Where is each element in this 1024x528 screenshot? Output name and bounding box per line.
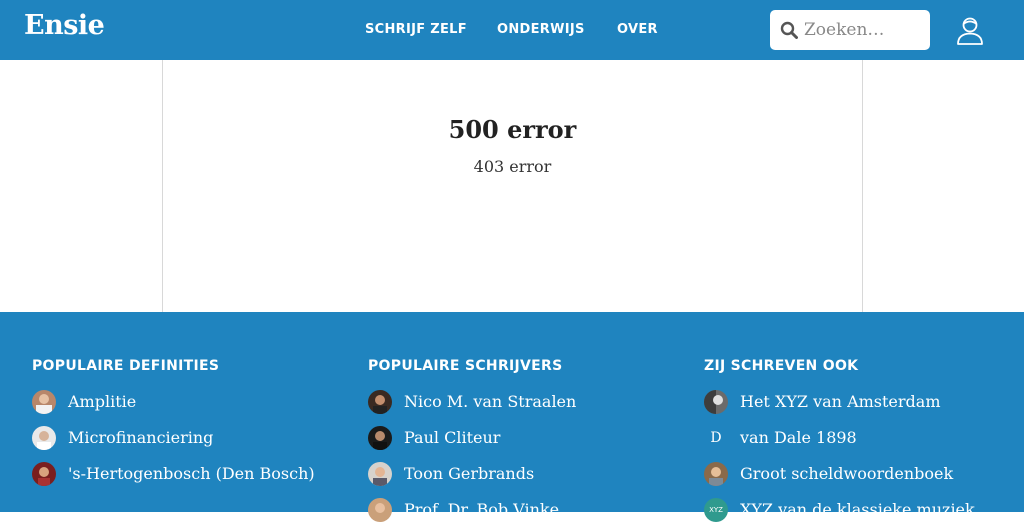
site-header: Ensie SCHRIJF ZELF ONDERWIJS OVER [0, 0, 1024, 60]
avatar [368, 498, 392, 522]
avatar [32, 462, 56, 486]
site-footer: POPULAIRE DEFINITIES Amplitie Microfinan… [0, 312, 1024, 522]
nav-onderwijs[interactable]: ONDERWIJS [497, 22, 585, 37]
footer-link[interactable]: Amplitie [32, 384, 332, 420]
search-box [770, 10, 930, 50]
footer-column-title: ZIJ SCHREVEN OOK [704, 358, 859, 374]
nav-over[interactable]: OVER [617, 22, 658, 37]
avatar [368, 426, 392, 450]
footer-link[interactable]: Paul Cliteur [368, 420, 668, 456]
avatar: XYZ [704, 498, 728, 522]
site-logo[interactable]: Ensie [24, 10, 105, 41]
footer-link[interactable]: Nico M. van Straalen [368, 384, 668, 420]
footer-link[interactable]: XYZ XYZ van de klassieke muziek [704, 492, 1004, 528]
avatar [704, 390, 728, 414]
search-icon [780, 21, 798, 39]
avatar [368, 462, 392, 486]
footer-link[interactable]: Dvan Dale 1898 [704, 420, 1004, 456]
footer-column-title: POPULAIRE DEFINITIES [32, 358, 220, 374]
footer-link[interactable]: 's-Hertogenbosch (Den Bosch) [32, 456, 318, 492]
footer-link[interactable]: Het XYZ van Amsterdam [704, 384, 1004, 420]
search-input[interactable] [804, 19, 922, 41]
footer-popular-writers: POPULAIRE SCHRIJVERS Nico M. van Straale… [368, 358, 668, 528]
avatar [704, 462, 728, 486]
avatar [32, 390, 56, 414]
footer-link[interactable]: Groot scheldwoordenboek [704, 456, 1004, 492]
footer-column-title: POPULAIRE SCHRIJVERS [368, 358, 563, 374]
footer-link[interactable]: Prof. Dr. Bob Vinke [368, 492, 668, 528]
error-subtitle: 403 error [473, 157, 552, 176]
error-title: 500 error [448, 115, 577, 144]
footer-link[interactable]: Toon Gerbrands [368, 456, 668, 492]
footer-also-wrote: ZIJ SCHREVEN OOK Het XYZ van Amsterdam D… [704, 358, 1004, 528]
main-content: 500 error 403 error [162, 60, 863, 312]
avatar: D [710, 430, 722, 446]
avatar [32, 426, 56, 450]
footer-popular-definitions: POPULAIRE DEFINITIES Amplitie Microfinan… [32, 358, 332, 492]
user-account-icon[interactable] [954, 14, 986, 46]
avatar [368, 390, 392, 414]
footer-link[interactable]: Microfinanciering [32, 420, 332, 456]
nav-schrijf-zelf[interactable]: SCHRIJF ZELF [365, 22, 467, 37]
